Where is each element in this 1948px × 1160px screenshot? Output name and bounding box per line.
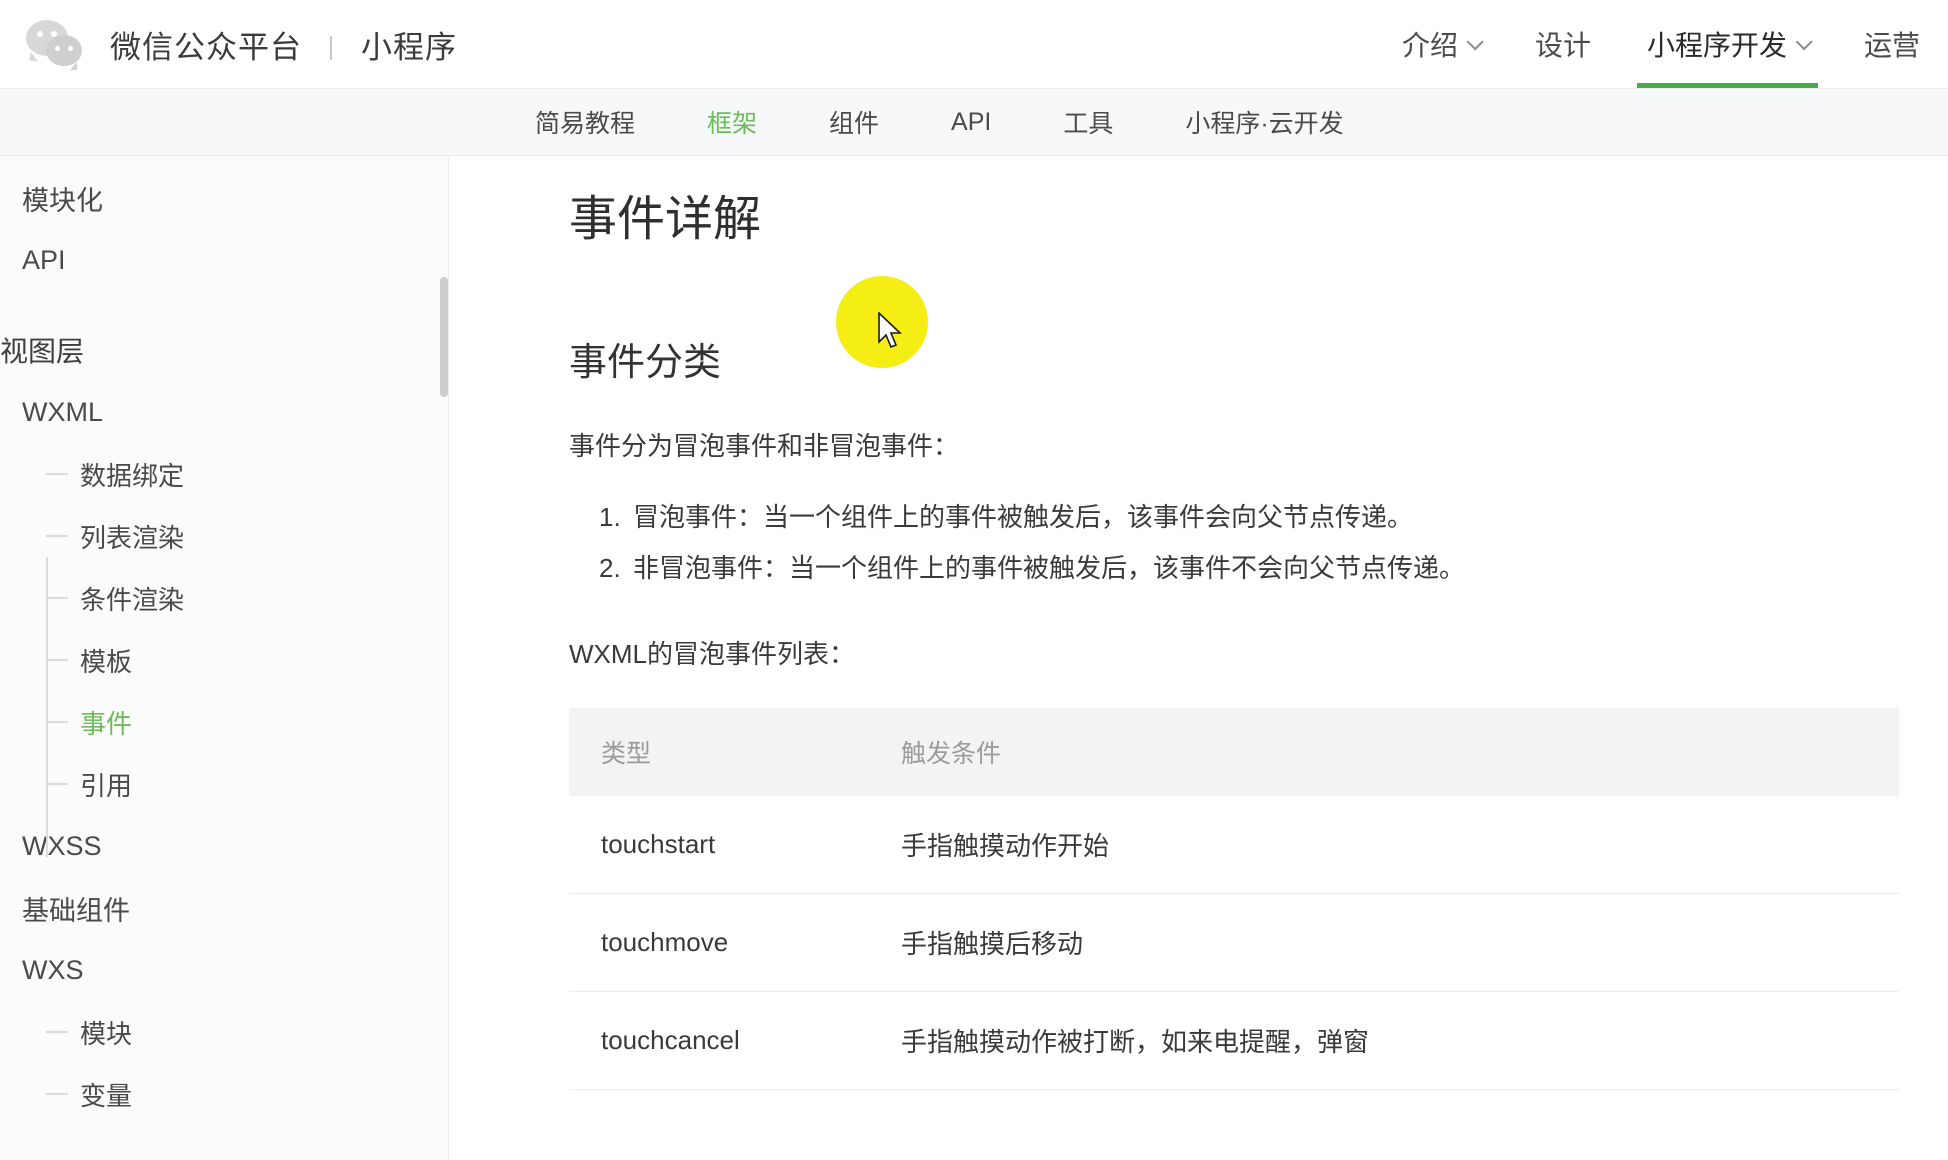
- sidebar-item-label: 模块: [80, 1018, 133, 1049]
- sidebar-item-label: 模块化: [22, 185, 103, 216]
- sidebar-section-label: 视图层: [0, 336, 85, 367]
- document-body: 事件详解 事件分类 事件分为冒泡事件和非冒泡事件： 1. 冒泡事件：当一个组件上的…: [449, 157, 1948, 1090]
- nav-item-operations-label: 运营: [1863, 30, 1920, 61]
- tree-tick-icon: [46, 659, 68, 661]
- tree-tick-icon: [46, 597, 68, 599]
- table-cell-type: touchcancel: [569, 991, 869, 1090]
- tree-tick-icon: [46, 721, 68, 723]
- sidebar-item-label: API: [22, 244, 66, 275]
- tree-tick-icon: [46, 535, 68, 537]
- sidebar-item-label: 基础组件: [22, 895, 130, 926]
- table-header-row: 类型 触发条件: [569, 707, 1899, 796]
- table-column-header-type: 类型: [601, 739, 652, 768]
- table-cell-type: touchmove: [569, 893, 869, 992]
- list-item-text: 冒泡事件：当一个组件上的事件被触发后，该事件会向父节点传递。: [633, 502, 1414, 533]
- table-caption: WXML的冒泡事件列表：: [569, 638, 856, 669]
- bubble-events-table: 类型 触发条件 touchstart 手指触摸动作开始 touchmove 手指…: [569, 707, 1899, 1090]
- table-row: touchstart 手指触摸动作开始: [569, 795, 1899, 894]
- page-title: 事件详解: [569, 193, 762, 246]
- sidebar-item-label: 引用: [80, 770, 133, 801]
- tree-tick-icon: [46, 473, 68, 475]
- main-content: 事件详解 事件分类 事件分为冒泡事件和非冒泡事件： 1. 冒泡事件：当一个组件上的…: [449, 157, 1948, 1160]
- nav-item-design-label: 设计: [1534, 30, 1591, 61]
- nav-item-intro[interactable]: 介绍: [1374, 0, 1507, 88]
- table-cell-trigger: 手指触摸后移动: [869, 893, 1899, 992]
- subnav-item-tools[interactable]: 工具: [1063, 104, 1113, 140]
- brand[interactable]: 微信公众平台丨小程序: [26, 18, 457, 70]
- nav-item-miniprogram-dev-label: 小程序开发: [1646, 30, 1787, 61]
- subnav-item-cloud-dev[interactable]: 小程序·云开发: [1185, 104, 1343, 140]
- sub-nav: 简易教程 框架 组件 API 工具 小程序·云开发: [0, 88, 1948, 156]
- list-item: 1. 冒泡事件：当一个组件上的事件被触发后，该事件会向父节点传递。: [569, 492, 1948, 543]
- sidebar-item-label: 事件: [80, 708, 133, 739]
- table-head: 类型 触发条件: [569, 707, 1899, 796]
- top-header: 微信公众平台丨小程序 介绍 设计 小程序开发 运营: [0, 0, 1948, 88]
- table-body: touchstart 手指触摸动作开始 touchmove 手指触摸后移动 to…: [569, 795, 1899, 1090]
- brand-title-group: 微信公众平台丨小程序: [110, 22, 457, 67]
- list-item-text: 非冒泡事件：当一个组件上的事件被触发后，该事件不会向父节点传递。: [633, 552, 1466, 583]
- subnav-item-tutorial[interactable]: 简易教程: [535, 104, 635, 140]
- nav-item-operations[interactable]: 运营: [1836, 0, 1948, 88]
- tree-tick-icon: [46, 1031, 68, 1033]
- brand-separator: 丨: [318, 33, 346, 64]
- wechat-logo-icon: [26, 18, 88, 70]
- list-item: 2. 非冒泡事件：当一个组件上的事件被触发后，该事件不会向父节点传递。: [569, 543, 1948, 594]
- sidebar-item-label: 数据绑定: [80, 460, 185, 491]
- nav-item-intro-label: 介绍: [1401, 30, 1458, 61]
- subnav-item-components[interactable]: 组件: [829, 104, 879, 140]
- sidebar-item-label: 列表渲染: [80, 522, 185, 553]
- chevron-down-icon: [1466, 33, 1484, 51]
- brand-subtitle: 小程序: [361, 29, 458, 65]
- table-column-header-trigger: 触发条件: [901, 739, 1002, 768]
- list-item-number: 1.: [599, 502, 621, 533]
- sidebar-scrollbar[interactable]: [440, 277, 448, 397]
- table-row: touchmove 手指触摸后移动: [569, 893, 1899, 992]
- sidebar-item-label: 条件渲染: [80, 584, 185, 615]
- sidebar-item-label: 变量: [80, 1080, 133, 1111]
- event-type-list: 1. 冒泡事件：当一个组件上的事件被触发后，该事件会向父节点传递。 2. 非冒泡事件…: [569, 492, 1948, 593]
- table-cell-type: touchstart: [569, 795, 869, 894]
- table-cell-trigger: 手指触摸动作被打断，如来电提醒，弹窗: [869, 991, 1899, 1090]
- sidebar-item-label: WXSS: [22, 830, 102, 861]
- subnav-item-api[interactable]: API: [951, 108, 991, 137]
- tree-tick-icon: [46, 783, 68, 785]
- table-cell-trigger: 手指触摸动作开始: [869, 795, 1899, 894]
- sidebar-item-label: WXML: [22, 396, 103, 427]
- section-heading: 事件分类: [569, 342, 722, 384]
- sidebar-item-label: 模板: [80, 646, 133, 677]
- subnav-item-framework[interactable]: 框架: [707, 104, 757, 140]
- mouse-pointer-icon: [878, 312, 902, 349]
- nav-item-design[interactable]: 设计: [1507, 0, 1619, 88]
- table-row: touchcancel 手指触摸动作被打断，如来电提醒，弹窗: [569, 991, 1899, 1090]
- nav-item-miniprogram-dev[interactable]: 小程序开发: [1619, 0, 1836, 88]
- list-item-number: 2.: [599, 552, 621, 583]
- tree-tick-icon: [46, 1093, 68, 1095]
- sidebar-item-label: WXS: [22, 954, 84, 985]
- intro-paragraph: 事件分为冒泡事件和非冒泡事件：: [569, 431, 960, 461]
- brand-title: 微信公众平台: [110, 29, 302, 65]
- chevron-down-icon: [1795, 33, 1813, 51]
- main-nav: 介绍 设计 小程序开发 运营: [1374, 0, 1948, 88]
